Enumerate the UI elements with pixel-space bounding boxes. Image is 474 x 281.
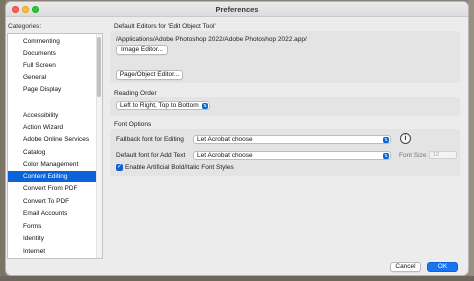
image-editor-button[interactable]: Image Editor... [116, 45, 168, 55]
fallback-font-value: Let Acrobat choose [197, 136, 253, 143]
default-editors-title: Default Editors for 'Edit Object Tool' [114, 23, 216, 30]
categories-scroll-thumb[interactable] [97, 37, 101, 97]
category-action-wizard[interactable]: Action Wizard [8, 122, 97, 133]
chevron-updown-icon: ⇅ [383, 136, 389, 143]
category-convert-from-pdf[interactable]: Convert From PDF [8, 183, 97, 194]
chevron-updown-icon: ⇅ [202, 102, 208, 109]
image-editor-path: /Applications/Adobe Photoshop 2022/Adobe… [116, 36, 307, 43]
default-font-value: Let Acrobat choose [197, 152, 253, 159]
reading-order-value: Left to Right, Top to Bottom [120, 102, 199, 109]
page-object-editor-button[interactable]: Page/Object Editor... [116, 70, 183, 80]
category-internet[interactable]: Internet [8, 246, 97, 257]
window-title: Preferences [215, 5, 259, 14]
category-documents[interactable]: Documents [8, 48, 97, 59]
category-content-editing[interactable]: Content Editing [8, 171, 97, 182]
checkmark-icon: ✓ [116, 164, 123, 170]
category-catalog[interactable]: Catalog [8, 147, 97, 158]
category-full-screen[interactable]: Full Screen [8, 60, 97, 71]
categories-label: Categories: [8, 23, 42, 30]
font-size-label: Font Size [399, 152, 427, 159]
category-convert-to-pdf[interactable]: Convert To PDF [8, 196, 97, 207]
default-font-select[interactable]: Let Acrobat choose ⇅ [193, 151, 391, 160]
category-email-accounts[interactable]: Email Accounts [8, 208, 97, 219]
font-size-value: 12 [433, 152, 440, 158]
default-font-label: Default font for Add Text [116, 152, 186, 159]
ok-button[interactable]: OK [427, 262, 458, 272]
artificial-styles-label[interactable]: Enable Artificial Bold/Italic Font Style… [125, 164, 234, 171]
reading-order-title: Reading Order [114, 90, 157, 97]
category-color-management[interactable]: Color Management [8, 159, 97, 170]
title-bar[interactable]: Preferences [6, 2, 468, 17]
artificial-styles-checkbox[interactable]: ✓ [116, 164, 123, 171]
category-general[interactable]: General [8, 72, 97, 83]
desktop-background-bottom [0, 276, 474, 281]
font-options-title: Font Options [114, 121, 152, 128]
font-size-select[interactable]: 12 [429, 151, 457, 159]
category-forms[interactable]: Forms [8, 221, 97, 232]
cancel-button[interactable]: Cancel [390, 262, 421, 272]
category-identity[interactable]: Identity [8, 233, 97, 244]
category-accessibility[interactable]: Accessibility [8, 110, 97, 121]
fallback-font-label: Fallback font for Editing [116, 136, 184, 143]
categories-scrollbar[interactable] [96, 34, 102, 258]
fallback-font-select[interactable]: Let Acrobat choose ⇅ [193, 135, 391, 144]
category-page-display[interactable]: Page Display [8, 84, 97, 95]
reading-order-select[interactable]: Left to Right, Top to Bottom ⇅ [116, 101, 210, 110]
category-commenting[interactable]: Commenting [8, 36, 97, 47]
category-adobe-online-services[interactable]: Adobe Online Services [8, 134, 97, 145]
chevron-updown-icon: ⇅ [383, 152, 389, 159]
info-icon[interactable]: i [400, 133, 411, 144]
categories-list[interactable]: Commenting Documents Full Screen General… [7, 33, 103, 259]
